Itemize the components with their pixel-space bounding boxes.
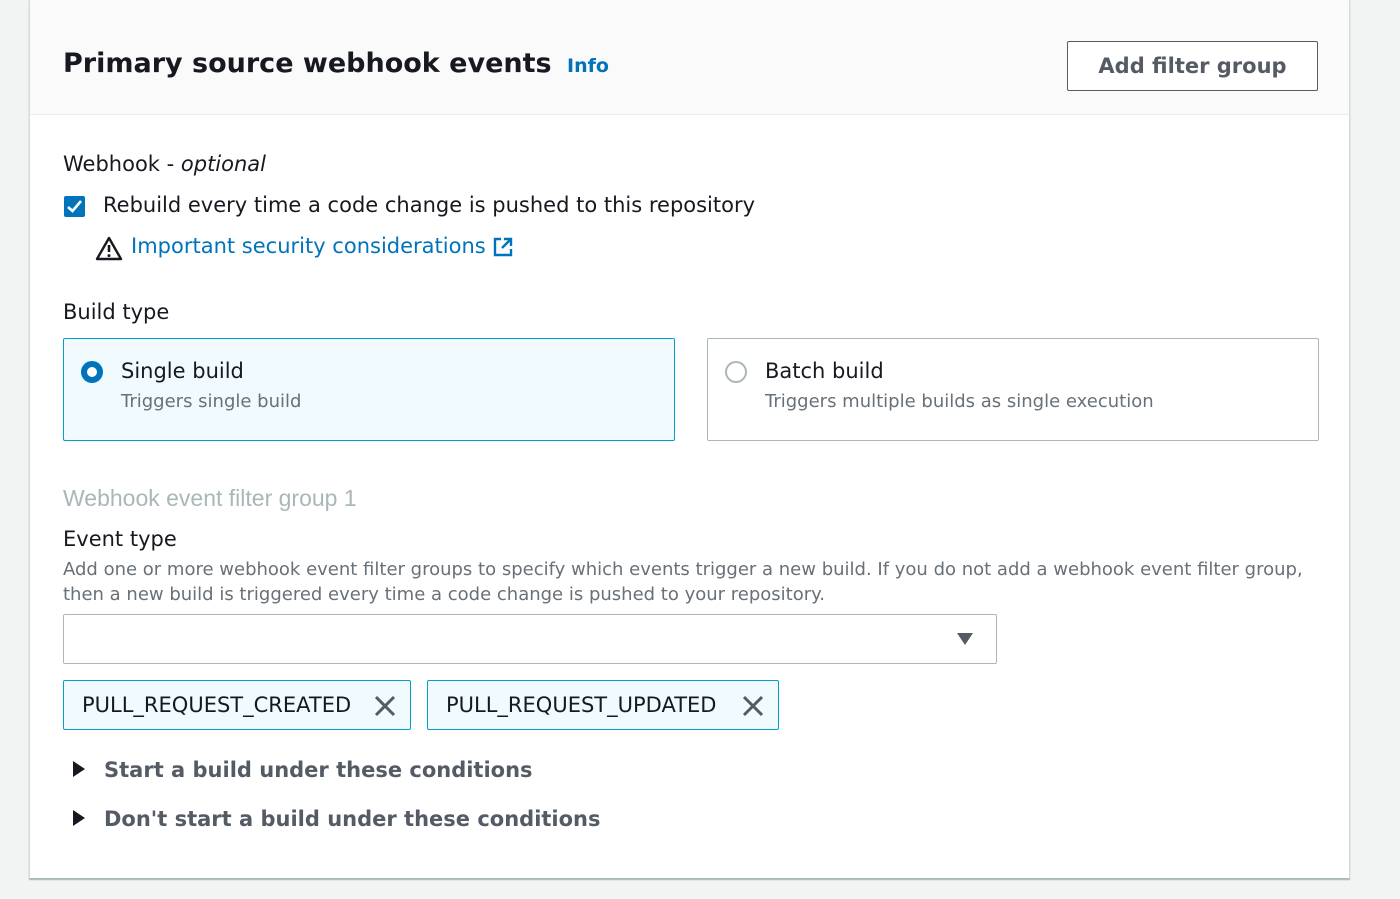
webhook-label: Webhook - optional — [63, 152, 266, 176]
panel-title: Primary source webhook events Info — [63, 48, 609, 79]
panel-title-text: Primary source webhook events — [63, 48, 552, 79]
dont-start-conditions-label: Don't start a build under these conditio… — [104, 807, 601, 831]
caret-down-icon — [957, 633, 973, 645]
batch-build-description: Triggers multiple builds as single execu… — [765, 391, 1154, 412]
start-conditions-label: Start a build under these conditions — [104, 758, 533, 782]
webhook-label-separator: - — [159, 152, 181, 176]
event-type-label: Event type — [63, 527, 177, 551]
event-token: PULL_REQUEST_CREATED — [63, 680, 411, 730]
caret-right-icon — [73, 810, 85, 826]
start-conditions-expander[interactable]: Start a build under these conditions — [73, 758, 533, 782]
info-link[interactable]: Info — [567, 55, 609, 77]
optional-label: optional — [180, 152, 266, 176]
event-type-select[interactable] — [63, 614, 997, 664]
event-token: PULL_REQUEST_UPDATED — [427, 680, 779, 730]
build-type-label: Build type — [63, 300, 170, 324]
dont-start-conditions-expander[interactable]: Don't start a build under these conditio… — [73, 807, 601, 831]
external-link-icon[interactable] — [492, 236, 514, 258]
batch-build-tile[interactable]: Batch build Triggers multiple builds as … — [707, 338, 1319, 441]
batch-build-title: Batch build — [765, 359, 884, 383]
check-icon — [67, 200, 82, 213]
event-token-label: PULL_REQUEST_UPDATED — [446, 693, 717, 717]
batch-build-radio[interactable] — [725, 361, 747, 383]
event-token-label: PULL_REQUEST_CREATED — [82, 693, 352, 717]
webhook-label-text: Webhook — [63, 152, 160, 176]
add-filter-group-button[interactable]: Add filter group — [1067, 41, 1318, 91]
single-build-radio[interactable] — [81, 361, 103, 383]
filter-group-heading: Webhook event filter group 1 — [63, 485, 357, 511]
close-icon[interactable] — [740, 693, 766, 719]
rebuild-checkbox-label[interactable]: Rebuild every time a code change is push… — [103, 193, 755, 217]
event-type-description: Add one or more webhook event filter gro… — [63, 559, 1303, 605]
single-build-title: Single build — [121, 359, 244, 383]
single-build-tile[interactable]: Single build Triggers single build — [63, 338, 675, 441]
webhook-events-panel: Primary source webhook events Info Add f… — [29, 0, 1350, 879]
security-considerations-link[interactable]: Important security considerations — [131, 234, 486, 258]
single-build-description: Triggers single build — [121, 391, 302, 412]
close-icon[interactable] — [372, 693, 398, 719]
panel-header: Primary source webhook events Info Add f… — [30, 0, 1349, 115]
caret-right-icon — [73, 761, 85, 777]
warning-icon — [95, 236, 123, 261]
rebuild-checkbox[interactable] — [64, 196, 85, 217]
